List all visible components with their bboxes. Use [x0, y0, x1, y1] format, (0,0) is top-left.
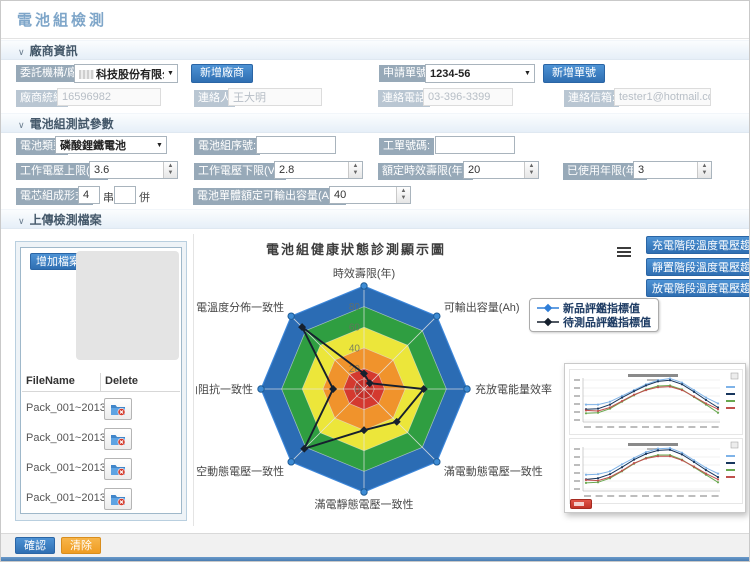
cell-parallel-field[interactable] — [114, 186, 136, 204]
apply-no-select[interactable]: 1234-56 ▼ — [425, 64, 535, 83]
table-row: Pack_001~201307 — [20, 397, 182, 423]
add-vendor-button[interactable]: 新增廠商 — [191, 64, 253, 83]
workorder-label: 工單號碼: — [379, 138, 434, 155]
stage-trend-button-3[interactable]: 放電階段溫度電壓趨勢 — [646, 279, 750, 297]
phone-field[interactable]: 03-396-3399 — [423, 88, 513, 106]
radar-axis-label: 充電溫度分佈一致性 — [196, 300, 284, 314]
file-table-header-filename: FileName — [26, 375, 75, 387]
tax-id-field[interactable]: 16596982 — [57, 88, 161, 106]
svg-text:40: 40 — [349, 343, 361, 354]
chevron-down-icon: ∨ — [18, 47, 25, 57]
svg-text:80: 80 — [349, 302, 361, 313]
vmin-label: 工作電壓下限(V): — [194, 163, 286, 180]
legend-marker-new-icon — [537, 303, 559, 313]
battery-type-select[interactable]: 磷酸鋰鐵電池 ▼ — [55, 136, 167, 154]
chevron-down-icon: ∨ — [18, 120, 25, 130]
legend-item-tested[interactable]: 待測品評鑑指標值 — [537, 315, 651, 329]
radar-axis-label: 滿電靜態電壓一致性 — [315, 497, 414, 511]
stage-trend-button-2[interactable]: 靜置階段溫度電壓趨勢 — [646, 258, 750, 276]
section-header-params[interactable]: ∨ 電池組測試參數 — [1, 113, 749, 133]
spinner-icon[interactable]: ▲▼ — [524, 162, 538, 178]
delete-folder-icon — [110, 432, 126, 446]
series-unit-label: 串 — [103, 189, 114, 205]
censored-block — [79, 70, 94, 79]
bottom-bar — [1, 557, 749, 562]
header-divider — [1, 38, 749, 39]
trend-thumbnail-chart-1 — [569, 369, 743, 435]
contact-field[interactable]: 王大明 — [228, 88, 322, 106]
parallel-unit-label: 併 — [139, 189, 150, 205]
table-row: Pack_001~201307 — [20, 427, 182, 453]
radar-axis-label: 充放電能量效率 — [475, 382, 552, 396]
spinner-icon[interactable]: ▲▼ — [697, 162, 711, 178]
legend-label: 待測品評鑑指標值 — [563, 314, 651, 330]
page-title: 電池組檢測 — [17, 9, 107, 30]
apply-no-label: 申請單號 — [379, 65, 431, 82]
thumbnail-action-button[interactable] — [570, 499, 592, 509]
trend-thumbnail-panel[interactable] — [564, 363, 746, 513]
serial-field[interactable] — [256, 136, 336, 154]
legend-marker-tested-icon — [537, 317, 559, 327]
workorder-field[interactable] — [435, 136, 515, 154]
file-table-header-delete: Delete — [105, 375, 138, 387]
footer-strip — [1, 533, 749, 558]
cell-series-field[interactable]: 4 — [78, 186, 100, 204]
confirm-button[interactable]: 確認 — [15, 537, 55, 554]
vmax-stepper[interactable]: 3.6 ▲▼ — [89, 161, 178, 179]
spinner-icon[interactable]: ▲▼ — [348, 162, 362, 178]
serial-label: 電池組序號: — [194, 138, 260, 155]
email-field[interactable]: tester1@hotmail.co — [614, 88, 711, 106]
section-title: 電池組測試參數 — [30, 117, 114, 131]
used-years-stepper[interactable]: 3 ▲▼ — [633, 161, 712, 179]
capacity-stepper[interactable]: 40 ▲▼ — [329, 186, 411, 204]
section-header-upload[interactable]: ∨ 上傳檢測檔案 — [1, 209, 749, 229]
spinner-icon[interactable]: ▲▼ — [396, 187, 410, 203]
stage-trend-button-1[interactable]: 充電階段溫度電壓趨勢 — [646, 236, 750, 254]
delete-folder-icon — [110, 402, 126, 416]
table-row: Pack_001~201307 — [20, 457, 182, 483]
radar-axis-label: 可輸出容量(Ah) — [444, 300, 520, 314]
add-apply-no-button[interactable]: 新增單號 — [543, 64, 605, 83]
delete-file-button[interactable] — [104, 458, 132, 480]
spinner-icon[interactable]: ▲▼ — [163, 162, 177, 178]
apply-no-value: 1234-56 — [426, 68, 521, 80]
svg-text:60: 60 — [349, 323, 361, 334]
life-stepper[interactable]: 20 ▲▼ — [463, 161, 539, 179]
delete-file-button[interactable] — [104, 428, 132, 450]
chevron-down-icon: ∨ — [18, 216, 25, 226]
header-underline — [22, 391, 180, 392]
email-label: 連絡信箱: — [564, 90, 619, 107]
delete-file-button[interactable] — [104, 398, 132, 420]
column-divider — [100, 373, 101, 391]
content-divider — [193, 234, 194, 526]
file-drop-zone[interactable] — [76, 251, 179, 360]
dropdown-arrow-icon: ▼ — [153, 142, 166, 149]
org-value: 科技股份有限公司 — [96, 69, 164, 81]
delete-folder-icon — [110, 462, 126, 476]
capacity-label: 電池單體額定可輸出容量(Ah): — [193, 188, 346, 205]
org-select[interactable]: 科技股份有限公司 ▼ — [74, 64, 178, 83]
life-label: 額定時效壽限(年): — [378, 163, 473, 180]
section-title: 廠商資訊 — [30, 44, 78, 58]
radar-legend: 新品評鑑指標值 待測品評鑑指標值 — [529, 298, 659, 332]
legend-item-new[interactable]: 新品評鑑指標值 — [537, 301, 651, 315]
vmin-stepper[interactable]: 2.8 ▲▼ — [274, 161, 363, 179]
dropdown-arrow-icon: ▼ — [164, 70, 177, 77]
radar-axis-label: 時效壽限(年) — [333, 266, 395, 280]
trend-thumbnail-chart-2 — [569, 438, 743, 504]
radar-axis-label: 內阻抗一致性 — [196, 382, 253, 396]
battery-inspection-page: 電池組檢測 ∨廠商資訊 委託機構/廠商 科技股份有限公司 ▼ 新增廠商 申請單號… — [0, 0, 750, 562]
radar-axis-label: 滿電動態電壓一致性 — [444, 464, 543, 478]
clear-button[interactable]: 清除 — [61, 537, 101, 554]
delete-file-button[interactable] — [104, 488, 132, 510]
table-row: Pack_001~201307 — [20, 487, 182, 513]
section-title: 上傳檢測檔案 — [30, 213, 102, 227]
section-header-vendor[interactable]: ∨ 廠商資訊 — [1, 40, 749, 60]
svg-text:0: 0 — [354, 385, 360, 396]
radar-axis-label: 放空動態電壓一致性 — [196, 464, 284, 478]
dropdown-arrow-icon: ▼ — [521, 70, 534, 77]
delete-folder-icon — [110, 492, 126, 506]
